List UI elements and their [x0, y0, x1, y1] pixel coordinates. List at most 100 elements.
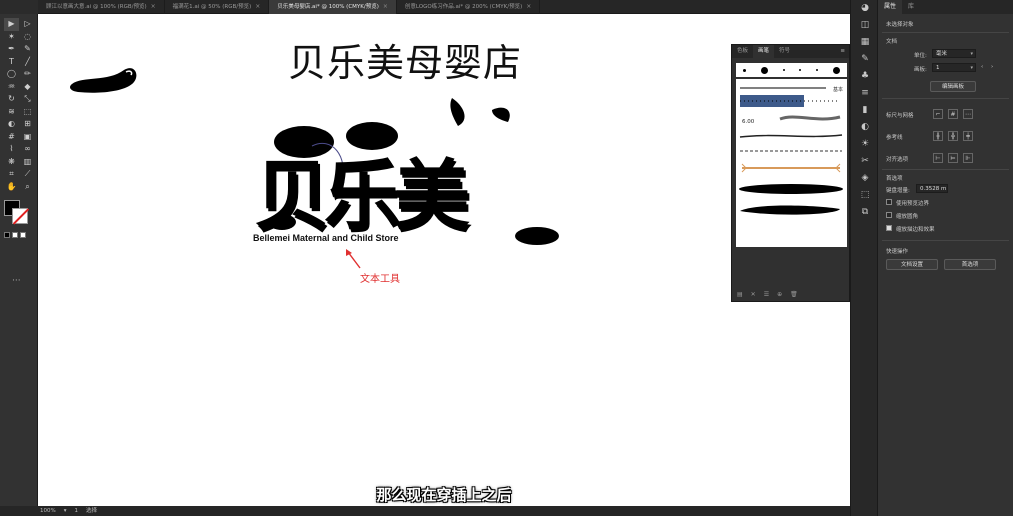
- artboard-select[interactable]: 1 ▾: [932, 63, 976, 72]
- gradient-icon[interactable]: ▮: [851, 102, 879, 119]
- tab-swatches[interactable]: 色板: [732, 45, 753, 58]
- art-brush-row[interactable]: [736, 145, 847, 157]
- width-tool-icon[interactable]: ≋: [4, 106, 19, 119]
- appearance-icon[interactable]: ☀: [851, 136, 879, 153]
- art-brush-row[interactable]: [736, 181, 847, 197]
- tab-libraries[interactable]: 库: [902, 0, 920, 14]
- brush-preset[interactable]: [760, 66, 768, 74]
- stroke-icon[interactable]: ≡: [851, 85, 879, 102]
- ellipse-tool-icon[interactable]: ◯: [4, 68, 19, 81]
- direct-selection-tool-icon[interactable]: ▷: [20, 18, 35, 31]
- close-icon[interactable]: ×: [255, 0, 260, 14]
- curvature-tool-icon[interactable]: ✎: [20, 43, 35, 56]
- close-icon[interactable]: ×: [151, 0, 156, 14]
- units-select[interactable]: 毫米 ▾: [932, 49, 976, 58]
- none-button[interactable]: [20, 232, 26, 238]
- stroke-color-swatch[interactable]: [12, 208, 28, 224]
- swatches-icon[interactable]: ▦: [851, 34, 879, 51]
- keyboard-increment-field[interactable]: 0.3528 m: [916, 184, 948, 193]
- slice-tool-icon[interactable]: ⟋: [20, 168, 35, 181]
- document-tab[interactable]: 顾江以意画大意.ai @ 100% (RGB/预览) ×: [38, 0, 165, 14]
- pattern-brush-row[interactable]: [736, 93, 847, 109]
- rotate-tool-icon[interactable]: ↻: [4, 93, 19, 106]
- document-tab-active[interactable]: 贝乐美母婴店.ai* @ 100% (CMYK/预览) ×: [269, 0, 397, 14]
- edit-artboard-button[interactable]: 编辑画板: [930, 81, 976, 92]
- chevron-down-icon[interactable]: ▾: [64, 506, 67, 516]
- zoom-tool-icon[interactable]: ⌕: [20, 181, 35, 194]
- document-setup-button[interactable]: 文档设置: [886, 259, 938, 270]
- logo-tagline[interactable]: Bellemei Maternal and Child Store: [253, 233, 399, 243]
- snap-to-point-icon[interactable]: ⊢: [933, 153, 943, 163]
- zoom-level[interactable]: 100%: [40, 506, 56, 516]
- options-icon[interactable]: ☰: [764, 291, 769, 298]
- mesh-tool-icon[interactable]: #: [4, 131, 19, 144]
- next-artboard-icon[interactable]: ›: [991, 64, 993, 70]
- type-tool-icon[interactable]: T: [4, 56, 19, 69]
- scale-tool-icon[interactable]: ⤡: [20, 93, 35, 106]
- basic-brush-row[interactable]: [736, 83, 847, 93]
- grid-icon[interactable]: #: [948, 109, 958, 119]
- color-button[interactable]: [4, 232, 10, 238]
- new-brush-icon[interactable]: ⊕: [777, 291, 782, 298]
- symbol-sprayer-tool-icon[interactable]: ❋: [4, 156, 19, 169]
- brush-library-icon[interactable]: ▤: [737, 291, 743, 298]
- remove-stroke-icon[interactable]: ✕: [751, 291, 756, 298]
- previous-artboard-icon[interactable]: ‹: [981, 64, 983, 70]
- perspective-grid-tool-icon[interactable]: ⊞: [20, 118, 35, 131]
- artboard-tool-icon[interactable]: ⌗: [4, 168, 19, 181]
- logo-text[interactable]: 贝乐美: [254, 134, 470, 244]
- pen-tool-icon[interactable]: ✒: [4, 43, 19, 56]
- tab-brushes[interactable]: 画笔: [753, 45, 775, 58]
- brush-preset[interactable]: [815, 69, 818, 71]
- store-title-text[interactable]: 贝乐美母婴店: [288, 32, 522, 87]
- artboard-canvas[interactable]: 贝乐美母婴店 贝乐美 Bellemei Maternal and Child S…: [38, 14, 850, 506]
- panel-menu-icon[interactable]: ≡: [840, 45, 849, 58]
- edit-toolbar-icon[interactable]: ···: [12, 276, 21, 286]
- magic-wand-tool-icon[interactable]: ✶: [4, 31, 19, 44]
- artboard-number[interactable]: 1: [75, 506, 79, 516]
- transparency-icon[interactable]: ◐: [851, 119, 879, 136]
- hand-tool-icon[interactable]: ✋: [4, 181, 19, 194]
- gradient-tool-icon[interactable]: ▣: [20, 131, 35, 144]
- delete-icon[interactable]: 🗑: [790, 291, 798, 298]
- use-preview-bounds-checkbox[interactable]: [886, 199, 892, 205]
- preferences-button[interactable]: 首选项: [944, 259, 996, 270]
- symbols-icon[interactable]: ♣: [851, 68, 879, 85]
- snap-to-grid-icon[interactable]: ⊨: [948, 153, 958, 163]
- brush-stroke-shape[interactable]: [68, 62, 140, 98]
- color-guide-icon[interactable]: ◕: [851, 0, 879, 17]
- brush-preset[interactable]: [743, 68, 747, 72]
- free-transform-tool-icon[interactable]: ⬚: [20, 106, 35, 119]
- lock-guides-icon[interactable]: ╬: [948, 131, 958, 141]
- document-tab[interactable]: 福满花1.ai @ 50% (RGB/预览) ×: [165, 0, 270, 14]
- column-graph-tool-icon[interactable]: ▥: [20, 156, 35, 169]
- shaper-tool-icon[interactable]: ♒: [4, 81, 19, 94]
- pixel-grid-icon[interactable]: ⋯: [963, 109, 973, 119]
- tab-symbols[interactable]: 符号: [774, 45, 795, 58]
- selection-tool-icon[interactable]: ▶: [4, 18, 19, 31]
- gradient-button[interactable]: [12, 232, 18, 238]
- brush-preset[interactable]: [832, 66, 840, 74]
- brushes-icon[interactable]: ✎: [851, 51, 879, 68]
- art-brush-row[interactable]: [736, 129, 847, 143]
- ruler-icon[interactable]: ⌐: [933, 109, 943, 119]
- snap-to-pixel-icon[interactable]: ⊩: [963, 153, 973, 163]
- show-guides-icon[interactable]: ╫: [933, 131, 943, 141]
- blend-tool-icon[interactable]: ∞: [20, 143, 35, 156]
- art-brush-row-selected[interactable]: [736, 201, 847, 219]
- artboards-icon[interactable]: ⬚: [851, 187, 879, 204]
- smart-guides-icon[interactable]: ╪: [963, 131, 973, 141]
- graphic-styles-icon[interactable]: ✂: [851, 153, 879, 170]
- shape-builder-tool-icon[interactable]: ◐: [4, 118, 19, 131]
- scale-strokes-checkbox[interactable]: [886, 225, 892, 231]
- scale-corners-checkbox[interactable]: [886, 212, 892, 218]
- tab-properties[interactable]: 属性: [878, 0, 903, 14]
- lasso-tool-icon[interactable]: ◌: [20, 31, 35, 44]
- eraser-tool-icon[interactable]: ◆: [20, 81, 35, 94]
- layers-icon[interactable]: ◈: [851, 170, 879, 187]
- art-brush-row[interactable]: [736, 161, 847, 175]
- close-icon[interactable]: ×: [383, 0, 388, 14]
- line-tool-icon[interactable]: ╱: [20, 56, 35, 69]
- color-icon[interactable]: ◫: [851, 17, 879, 34]
- links-icon[interactable]: ⧉: [851, 204, 879, 221]
